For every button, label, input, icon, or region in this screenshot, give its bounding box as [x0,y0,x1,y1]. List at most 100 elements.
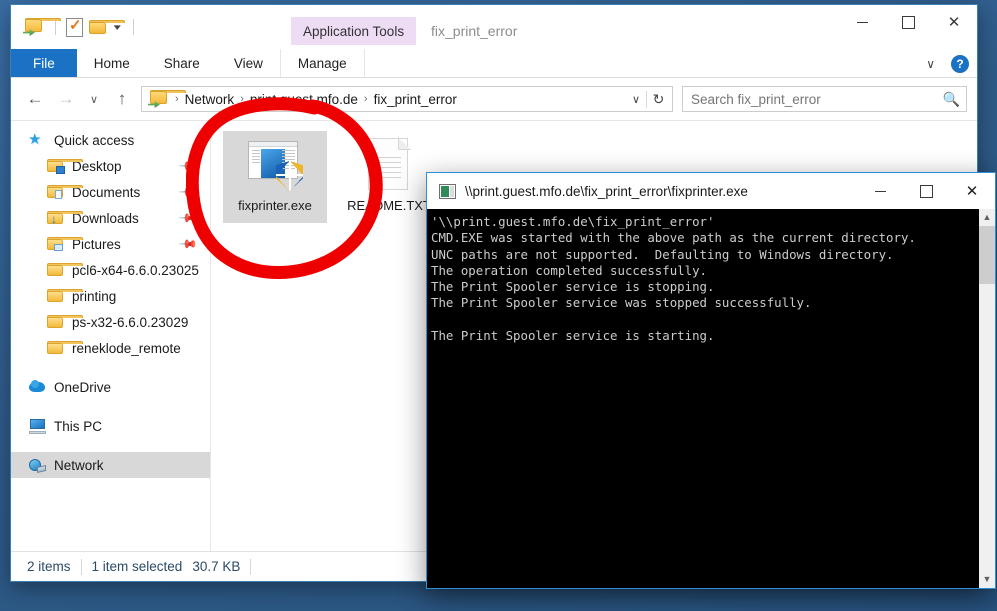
console-close-button[interactable] [949,173,995,209]
sidebar-item-label: ps-x32-6.6.0.23029 [72,315,188,330]
breadcrumb-separator-2: › [363,93,369,105]
console-minimize-button[interactable] [857,173,903,209]
sidebar-item-quick-access[interactable]: Quick access [11,127,210,153]
network-folder-icon[interactable] [23,18,45,36]
pin-icon[interactable]: 📌 [178,182,198,202]
tab-home[interactable]: Home [77,49,147,77]
status-size: 30.7 KB [192,559,250,574]
scroll-up-arrow-icon[interactable]: ▲ [983,209,992,226]
breadcrumb-item-network[interactable]: Network [181,90,239,109]
sidebar-item-this-pc[interactable]: This PC [11,413,210,439]
chevron-down-icon[interactable]: ∨ [920,57,941,71]
breadcrumb-item-server[interactable]: print.guest.mfo.de [246,90,362,109]
sidebar-item-printing[interactable]: printing [11,283,210,309]
sidebar-item-ps-x32[interactable]: ps-x32-6.6.0.23029 [11,309,210,335]
recent-locations-button[interactable]: ∨ [83,85,105,113]
explorer-title-bar: Application Tools fix_print_error [11,5,977,49]
forward-button[interactable]: → [52,85,80,113]
console-window-controls [857,173,995,209]
back-button[interactable]: ← [21,85,49,113]
tab-file-label: File [33,56,55,71]
properties-icon[interactable] [66,18,83,37]
up-button[interactable]: ↑ [108,85,136,113]
sidebar-item-onedrive[interactable]: OneDrive [11,374,210,400]
file-name-label: fixprinter.exe [227,197,323,215]
tab-home-label: Home [94,56,130,71]
address-bar-row: ← → ∨ ↑ › Network › print.guest.mfo.de ›… [11,78,977,120]
sidebar-item-pictures[interactable]: Pictures 📌 [11,231,210,257]
window-title: fix_print_error [431,17,517,45]
search-icon[interactable]: 🔍 [943,91,960,108]
search-box[interactable]: 🔍 [682,86,967,112]
sidebar-item-label: pcl6-x64-6.6.0.23025 [72,263,199,278]
new-folder-icon[interactable] [89,20,106,34]
sidebar-item-network[interactable]: Network [11,452,210,478]
status-divider-2 [250,559,251,575]
navigation-pane: Quick access Desktop 📌 Documents 📌 [11,121,211,551]
window-title-text: fix_print_error [431,23,517,39]
scrollbar-track[interactable] [979,226,995,571]
tab-view-label: View [234,56,263,71]
sidebar-item-label: Quick access [54,133,134,148]
tab-share[interactable]: Share [147,49,217,77]
tab-view[interactable]: View [217,49,280,77]
contextual-tab-label: Application Tools [303,24,404,39]
folder-downloads-icon [47,210,64,226]
text-file-icon [366,137,412,193]
folder-icon [47,262,64,278]
breadcrumb-item-folder[interactable]: fix_print_error [370,90,461,109]
application-exe-shield-icon [244,137,306,193]
sidebar-item-label: This PC [54,419,102,434]
sidebar-item-downloads[interactable]: Downloads 📌 [11,205,210,231]
window-controls [839,5,977,39]
sidebar-item-label: reneklode_remote [72,341,181,356]
customize-qat-caret-icon[interactable] [114,23,121,32]
address-dropdown-icon[interactable]: ∨ [626,93,646,106]
qat-divider-2 [133,19,134,35]
breadcrumb: › Network › print.guest.mfo.de › fix_pri… [174,90,626,109]
sidebar-item-desktop[interactable]: Desktop 📌 [11,153,210,179]
console-maximize-button[interactable] [903,173,949,209]
help-icon[interactable]: ? [951,55,969,73]
scrollbar-thumb[interactable] [979,226,995,284]
sidebar-item-documents[interactable]: Documents 📌 [11,179,210,205]
breadcrumb-separator-1: › [239,93,245,105]
onedrive-icon [29,379,46,395]
search-input[interactable] [691,92,943,107]
sidebar-item-label: Network [54,458,104,473]
quick-access-toolbar [23,15,138,39]
tab-share-label: Share [164,56,200,71]
breadcrumb-separator-0: › [174,93,180,105]
file-item-fixprinter-exe[interactable]: fixprinter.exe [223,131,327,223]
this-pc-icon [29,418,46,434]
sidebar-item-pcl6[interactable]: pcl6-x64-6.6.0.23025 [11,257,210,283]
status-selection: 1 item selected [82,559,193,574]
pin-icon[interactable]: 📌 [178,234,198,254]
close-button[interactable] [931,5,977,39]
sidebar-item-reneklode-remote[interactable]: reneklode_remote [11,335,210,361]
network-icon [29,457,46,473]
scroll-down-arrow-icon[interactable]: ▼ [983,571,992,588]
console-output: '\\print.guest.mfo.de\fix_print_error' C… [427,209,978,588]
tab-manage[interactable]: Manage [280,49,365,77]
folder-icon [47,314,64,330]
console-scrollbar[interactable]: ▲ ▼ [978,209,995,588]
tab-file[interactable]: File [11,49,77,77]
pin-icon[interactable]: 📌 [178,156,198,176]
ribbon-right-controls: ∨ ? [920,49,969,78]
refresh-icon[interactable]: ↻ [646,91,670,108]
folder-pictures-icon [47,236,64,252]
sidebar-item-label: OneDrive [54,380,111,395]
file-name-label: README.TXT [341,197,437,215]
folder-icon [47,340,64,356]
pin-icon[interactable]: 📌 [178,208,198,228]
maximize-button[interactable] [885,5,931,39]
folder-icon [47,288,64,304]
ribbon-tab-strip: File Home Share View Manage ∨ ? [11,49,977,78]
contextual-tab-header: Application Tools [291,17,416,45]
command-prompt-window: \\print.guest.mfo.de\fix_print_error\fix… [426,172,996,589]
console-body: '\\print.guest.mfo.de\fix_print_error' C… [427,209,995,588]
folder-desktop-icon [47,158,64,174]
address-bar[interactable]: › Network › print.guest.mfo.de › fix_pri… [141,86,673,112]
minimize-button[interactable] [839,5,885,39]
